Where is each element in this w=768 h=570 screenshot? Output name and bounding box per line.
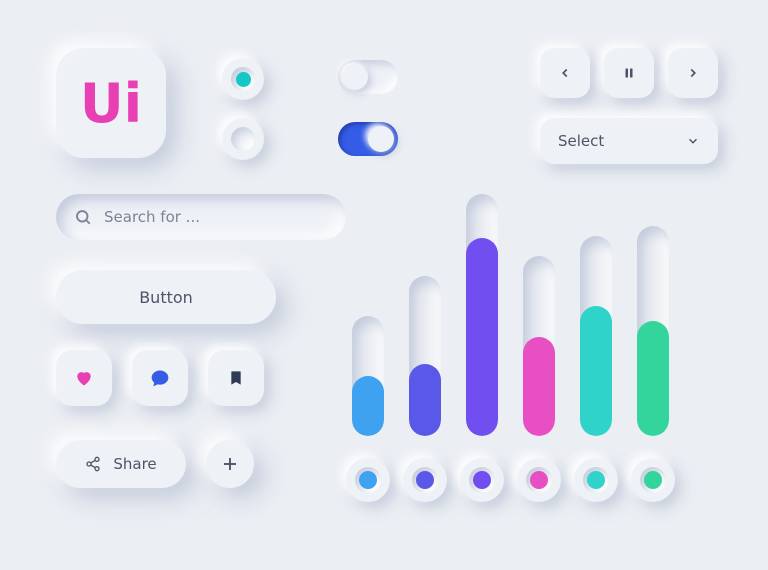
bookmark-icon — [228, 368, 244, 388]
chat-icon — [150, 368, 170, 388]
bar-slider-indigo[interactable] — [409, 276, 441, 436]
bar-slider-green[interactable] — [637, 226, 669, 436]
toggle-on[interactable] — [338, 122, 398, 156]
color-dot-green[interactable] — [631, 458, 675, 502]
media-controls — [540, 48, 718, 98]
select-dropdown[interactable]: Select — [540, 118, 718, 164]
radio-dot-icon — [236, 72, 251, 87]
dot-fill-icon — [530, 471, 548, 489]
pause-icon — [623, 66, 635, 80]
bar-fill — [523, 337, 555, 436]
bar-fill — [352, 376, 384, 436]
share-label: Share — [113, 455, 156, 473]
dot-fill-icon — [416, 471, 434, 489]
search-input[interactable]: Search for ... — [56, 194, 346, 240]
plus-icon — [221, 455, 239, 473]
heart-tile[interactable] — [56, 350, 112, 406]
dot-fill-icon — [359, 471, 377, 489]
chevron-down-icon — [686, 134, 700, 148]
icon-tiles — [56, 350, 264, 406]
search-placeholder: Search for ... — [104, 208, 200, 226]
heart-icon — [74, 368, 94, 388]
share-button[interactable]: Share — [56, 440, 186, 488]
search-icon — [74, 208, 92, 226]
color-dot-sky[interactable] — [346, 458, 390, 502]
color-dot-violet[interactable] — [460, 458, 504, 502]
bar-slider-sky[interactable] — [352, 316, 384, 436]
pause-button[interactable] — [604, 48, 654, 98]
bookmark-tile[interactable] — [208, 350, 264, 406]
color-dot-magenta[interactable] — [517, 458, 561, 502]
dot-fill-icon — [587, 471, 605, 489]
bar-fill — [466, 238, 498, 436]
bar-slider-teal[interactable] — [580, 236, 612, 436]
color-dot-indigo[interactable] — [403, 458, 447, 502]
share-icon — [85, 456, 101, 472]
chevron-left-icon — [558, 66, 572, 80]
radio-empty[interactable] — [222, 118, 264, 160]
color-dot-teal[interactable] — [574, 458, 618, 502]
bar-chart — [352, 194, 669, 436]
toggle-knob — [342, 64, 368, 90]
bar-slider-violet[interactable] — [466, 194, 498, 436]
toggle-off[interactable] — [338, 60, 398, 94]
chat-tile[interactable] — [132, 350, 188, 406]
primary-button[interactable]: Button — [56, 270, 276, 324]
logo-text: Ui — [80, 72, 142, 135]
bar-fill — [580, 306, 612, 436]
dot-fill-icon — [473, 471, 491, 489]
dot-fill-icon — [644, 471, 662, 489]
button-label: Button — [139, 288, 193, 307]
color-dots — [346, 458, 675, 502]
logo-tile: Ui — [56, 48, 166, 158]
prev-button[interactable] — [540, 48, 590, 98]
bar-slider-magenta[interactable] — [523, 256, 555, 436]
select-label: Select — [558, 132, 604, 150]
next-button[interactable] — [668, 48, 718, 98]
add-button[interactable] — [206, 440, 254, 488]
toggle-knob — [368, 126, 394, 152]
bar-fill — [409, 364, 441, 436]
radio-filled[interactable] — [222, 58, 264, 100]
bar-fill — [637, 321, 669, 437]
chevron-right-icon — [686, 66, 700, 80]
